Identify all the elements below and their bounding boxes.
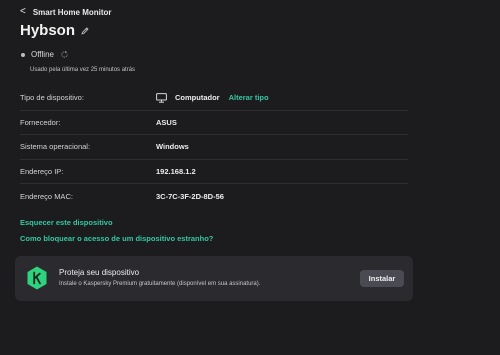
detail-row-vendor: Fornecedor: ASUS (20, 111, 408, 136)
device-header: Hybson (20, 22, 90, 39)
promo-title: Proteja seu dispositivo (59, 268, 140, 277)
pencil-icon[interactable] (80, 26, 90, 36)
detail-value: ASUS (156, 117, 177, 127)
install-button[interactable]: Instalar (360, 270, 404, 287)
detail-row-os: Sistema operacional: Windows (20, 135, 408, 160)
status-row: Offline (21, 50, 69, 59)
detail-label: Endereço MAC: (20, 192, 73, 202)
forget-device-link[interactable]: Esquecer este dispositivo (20, 218, 113, 227)
detail-row-mac: Endereço MAC: 3C-7C-3F-2D-8D-56 (20, 184, 408, 209)
kaspersky-logo-icon (27, 266, 47, 290)
status-text: Offline (31, 50, 54, 59)
detail-row-ip: Endereço IP: 192.168.1.2 (20, 160, 408, 185)
detail-row-device-type: Tipo de dispositivo: Computador Alterar … (20, 86, 408, 111)
change-type-link[interactable]: Alterar tipo (229, 93, 269, 102)
back-button[interactable]: < (20, 6, 26, 18)
detail-value: Windows (156, 142, 189, 152)
detail-value: Computador Alterar tipo (156, 92, 269, 103)
block-device-help-link[interactable]: Como bloquear o acesso de um dispositivo… (20, 234, 213, 243)
device-name: Hybson (20, 22, 76, 39)
refresh-icon[interactable] (60, 50, 69, 59)
device-details: Tipo de dispositivo: Computador Alterar … (20, 86, 408, 209)
detail-value: 3C-7C-3F-2D-8D-56 (156, 192, 224, 202)
device-type-value: Computador (175, 93, 220, 103)
detail-label: Fornecedor: (20, 117, 61, 127)
last-seen-text: Usado pela última vez 25 minutos atrás (30, 67, 136, 73)
top-bar: < Smart Home Monitor (20, 6, 112, 18)
detail-label: Endereço IP: (20, 167, 64, 177)
detail-value: 192.168.1.2 (156, 167, 196, 177)
detail-label: Tipo de dispositivo: (20, 93, 84, 103)
monitor-icon (156, 92, 167, 103)
promo-text: Instale o Kaspersky Premium gratuitament… (59, 281, 261, 287)
promo-card: Proteja seu dispositivo Instale o Kasper… (15, 256, 413, 301)
app-title: Smart Home Monitor (32, 7, 112, 17)
detail-label: Sistema operacional: (20, 142, 91, 152)
status-dot-icon (21, 52, 25, 57)
